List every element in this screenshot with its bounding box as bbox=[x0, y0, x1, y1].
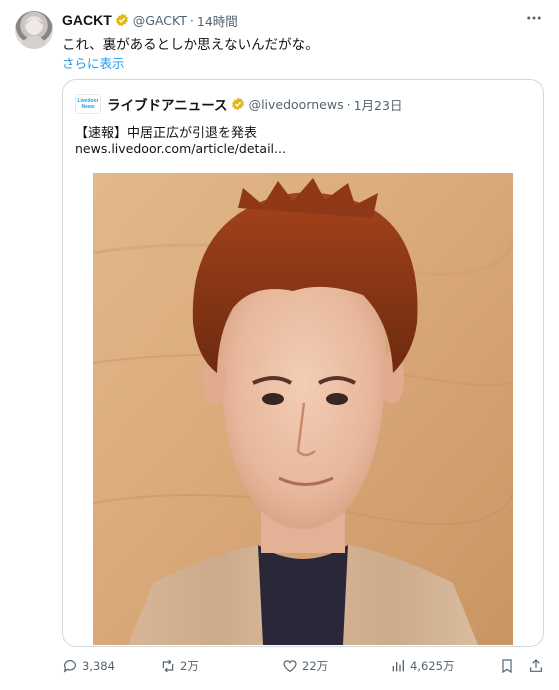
like-count: 22万 bbox=[302, 659, 329, 673]
bookmark-action[interactable] bbox=[499, 656, 515, 676]
avatar[interactable] bbox=[15, 11, 53, 49]
verified-badge-icon bbox=[115, 13, 129, 27]
livedoor-logo-icon: Livedoor News bbox=[75, 94, 101, 114]
logo-line2: News bbox=[81, 104, 95, 110]
timestamp[interactable]: 14時間 bbox=[197, 11, 238, 30]
views-action[interactable]: 4,625万 bbox=[390, 656, 454, 676]
like-action[interactable]: 22万 bbox=[282, 656, 328, 676]
share-action[interactable] bbox=[528, 656, 544, 676]
tweet-text: これ、裏があるとしか思えないんだがな。 bbox=[62, 37, 319, 53]
quote-header: Livedoor News ライブドアニュース @livedoornews · … bbox=[75, 94, 402, 114]
heart-icon bbox=[283, 660, 297, 673]
quote-text: 【速報】中居正広が引退を発表 bbox=[75, 126, 258, 141]
separator-dot: · bbox=[189, 12, 194, 28]
quote-handle[interactable]: @livedoornews bbox=[249, 97, 344, 112]
views-icon bbox=[392, 660, 404, 672]
retweet-action[interactable]: 2万 bbox=[160, 656, 199, 676]
action-bar: 3,384 2万 22万 4,625万 bbox=[62, 656, 542, 676]
handle[interactable]: @GACKT bbox=[133, 13, 187, 28]
retweet-count: 2万 bbox=[180, 659, 199, 673]
news-photo[interactable] bbox=[93, 173, 513, 645]
display-name[interactable]: GACKT bbox=[62, 12, 112, 28]
more-icon[interactable] bbox=[525, 9, 543, 31]
separator-dot: · bbox=[346, 96, 351, 112]
quote-tweet-card[interactable]: Livedoor News ライブドアニュース @livedoornews · … bbox=[62, 79, 544, 647]
tweet-header: GACKT @GACKT · 14時間 bbox=[62, 11, 238, 29]
reply-count: 3,384 bbox=[82, 659, 115, 673]
quote-date[interactable]: 1月23日 bbox=[354, 95, 403, 114]
verified-badge-icon bbox=[231, 97, 245, 111]
share-icon bbox=[530, 659, 542, 672]
quote-display-name[interactable]: ライブドアニュース bbox=[107, 94, 228, 114]
quote-link[interactable]: news.livedoor.com/article/detail... bbox=[75, 141, 286, 156]
retweet-icon bbox=[162, 659, 174, 673]
bookmark-icon bbox=[502, 659, 512, 674]
reply-icon bbox=[63, 660, 76, 673]
reply-action[interactable]: 3,384 bbox=[62, 656, 115, 676]
view-count: 4,625万 bbox=[410, 659, 455, 673]
show-more-link[interactable]: さらに表示 bbox=[62, 53, 125, 72]
